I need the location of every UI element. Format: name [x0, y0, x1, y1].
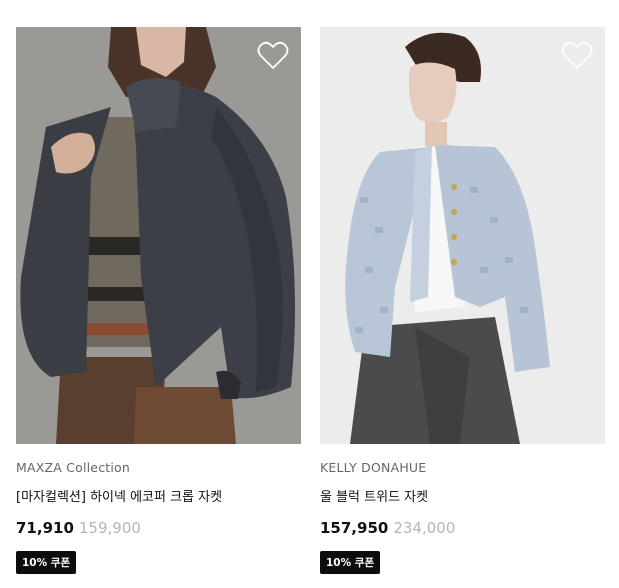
product-title[interactable]: 울 블럭 트위드 자켓: [320, 486, 605, 505]
product-brand[interactable]: KELLY DONAHUE: [320, 460, 605, 475]
product-image[interactable]: [16, 27, 301, 444]
sale-price: 71,910: [16, 519, 74, 537]
product-image[interactable]: [320, 27, 605, 444]
coupon-badge: 10% 쿠폰: [16, 551, 77, 574]
heart-icon: [561, 41, 593, 69]
product-brand[interactable]: MAXZA Collection: [16, 460, 301, 475]
coupon-badge: 10% 쿠폰: [320, 551, 381, 574]
price-row: 71,910 159,900: [16, 519, 301, 537]
product-photo-fur-jacket: [16, 27, 301, 444]
product-card[interactable]: KELLY DONAHUE 울 블럭 트위드 자켓 157,950 234,000…: [320, 27, 605, 574]
wishlist-button[interactable]: [257, 41, 289, 71]
sale-price: 157,950: [320, 519, 389, 537]
original-price: 159,900: [78, 519, 141, 537]
product-title[interactable]: [마자컬렉션] 하이넥 에코퍼 크롭 자켓: [16, 486, 301, 505]
wishlist-button[interactable]: [561, 41, 593, 71]
price-row: 157,950 234,000: [320, 519, 605, 537]
product-photo-tweed-jacket: [320, 27, 605, 444]
product-card[interactable]: MAXZA Collection [마자컬렉션] 하이넥 에코퍼 크롭 자켓 7…: [16, 27, 301, 574]
heart-icon: [257, 41, 289, 69]
original-price: 234,000: [393, 519, 456, 537]
